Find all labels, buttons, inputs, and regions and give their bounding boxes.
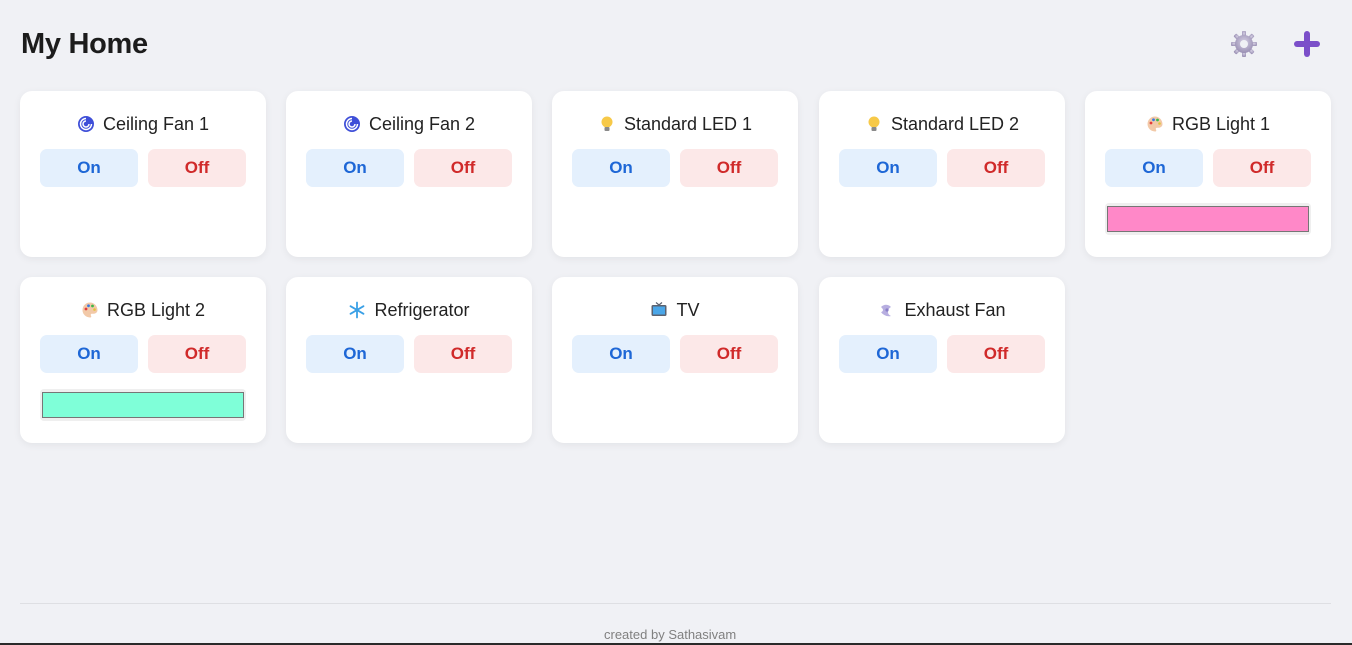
settings-button[interactable] <box>1228 28 1260 60</box>
off-button[interactable]: Off <box>414 149 512 187</box>
palette-icon <box>82 302 98 318</box>
snowflake-icon <box>350 301 365 319</box>
footer-divider <box>20 603 1331 604</box>
on-button[interactable]: On <box>40 335 138 373</box>
color-picker[interactable] <box>1105 203 1311 235</box>
device-card: TV On Off <box>552 277 798 443</box>
color-swatch <box>42 392 244 418</box>
device-name: RGB Light 2 <box>106 299 206 320</box>
plus-icon <box>1294 31 1320 57</box>
off-button[interactable]: Off <box>148 149 246 187</box>
gear-icon <box>1231 31 1257 57</box>
off-button[interactable]: Off <box>148 335 246 373</box>
device-name: Standard LED 2 <box>890 113 1020 134</box>
wind-icon <box>881 304 892 317</box>
device-name: Ceiling Fan 2 <box>368 113 476 134</box>
color-swatch <box>1107 206 1309 232</box>
on-button[interactable]: On <box>40 149 138 187</box>
off-button[interactable]: Off <box>947 149 1045 187</box>
cyclone-icon <box>77 116 94 132</box>
device-card: RGB Light 1 On Off <box>1085 91 1331 257</box>
device-card: Ceiling Fan 1 On Off <box>20 91 266 257</box>
on-button[interactable]: On <box>306 335 404 373</box>
on-button[interactable]: On <box>1105 149 1203 187</box>
off-button[interactable]: Off <box>947 335 1045 373</box>
television-icon <box>651 302 667 316</box>
palette-icon <box>1147 116 1163 132</box>
device-name: Standard LED 1 <box>623 113 753 134</box>
app-root: My Home Ceiling Fan 1 On Off Ceiling Fan… <box>0 0 1352 645</box>
device-card: Standard LED 2 On Off <box>819 91 1065 257</box>
on-button[interactable]: On <box>839 335 937 373</box>
device-card: RGB Light 2 On Off <box>20 277 266 443</box>
on-button[interactable]: On <box>839 149 937 187</box>
device-name: Ceiling Fan 1 <box>102 113 210 134</box>
off-button[interactable]: Off <box>680 149 778 187</box>
on-button[interactable]: On <box>306 149 404 187</box>
add-device-button[interactable] <box>1291 28 1323 60</box>
header: My Home <box>20 24 1332 68</box>
device-name: Exhaust Fan <box>904 299 1006 320</box>
device-card: Standard LED 1 On Off <box>552 91 798 257</box>
device-name: Refrigerator <box>374 299 470 320</box>
page-title: My Home <box>21 28 148 60</box>
off-button[interactable]: Off <box>1213 149 1311 187</box>
device-card: Refrigerator On Off <box>286 277 532 443</box>
on-button[interactable]: On <box>572 335 670 373</box>
device-card: Exhaust Fan On Off <box>819 277 1065 443</box>
color-picker[interactable] <box>40 389 246 421</box>
device-name: RGB Light 1 <box>1171 113 1271 134</box>
footer-credit: created by Sathasivam <box>604 627 737 642</box>
on-button[interactable]: On <box>572 149 670 187</box>
device-card: Ceiling Fan 2 On Off <box>286 91 532 257</box>
light-bulb-icon <box>868 116 880 131</box>
off-button[interactable]: Off <box>414 335 512 373</box>
light-bulb-icon <box>601 116 613 131</box>
off-button[interactable]: Off <box>680 335 778 373</box>
cyclone-icon <box>343 116 360 132</box>
device-name: TV <box>676 299 700 320</box>
